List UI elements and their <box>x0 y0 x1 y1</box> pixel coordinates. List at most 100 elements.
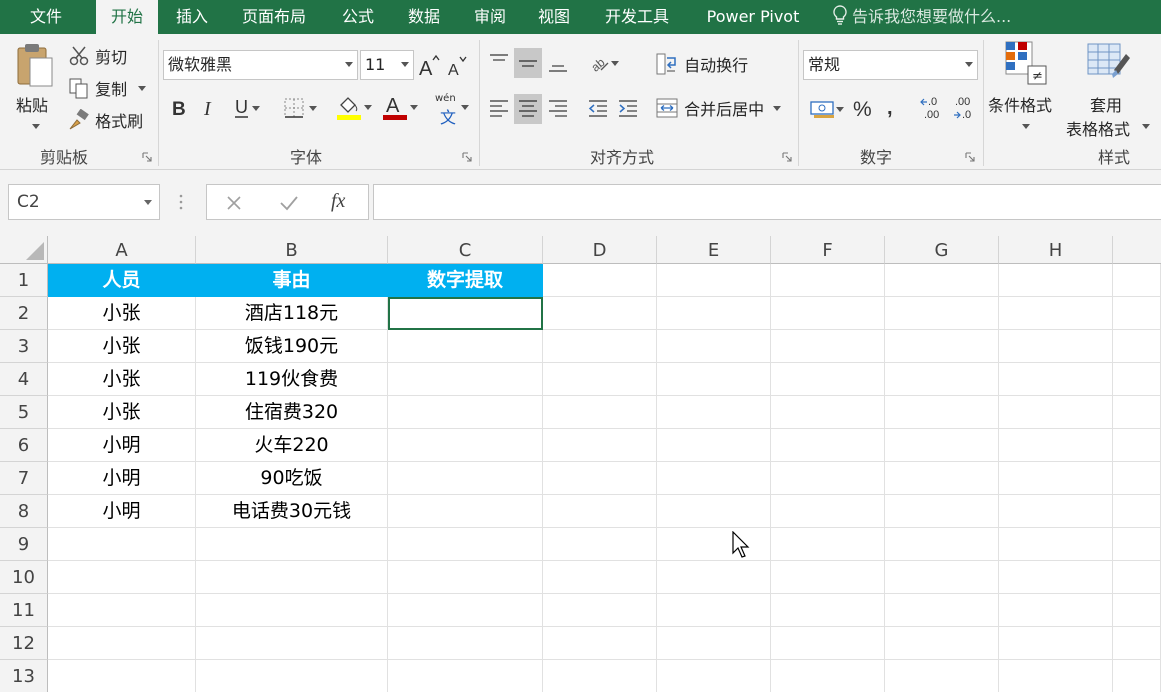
cell-e9[interactable] <box>657 528 771 561</box>
paste-dropdown-icon[interactable] <box>32 124 40 129</box>
cell-d5[interactable] <box>543 396 657 429</box>
cell-f7[interactable] <box>771 462 885 495</box>
column-header-f[interactable]: F <box>771 236 885 264</box>
name-box[interactable]: C2 <box>8 184 160 220</box>
tab-power-pivot[interactable]: Power Pivot <box>694 0 812 34</box>
cell-a7[interactable]: 小明 <box>48 462 196 495</box>
decrease-font-size-button[interactable]: A <box>446 52 468 80</box>
column-header-a[interactable]: A <box>48 236 196 264</box>
select-all-button[interactable] <box>0 236 48 264</box>
insert-function-icon[interactable]: fx <box>331 190 345 213</box>
tab-home[interactable]: 开始 <box>96 0 158 35</box>
cell-g12[interactable] <box>885 627 999 660</box>
cell-a5[interactable]: 小张 <box>48 396 196 429</box>
tab-file[interactable]: 文件 <box>14 0 78 34</box>
cell-f3[interactable] <box>771 330 885 363</box>
cell-c7[interactable] <box>388 462 543 495</box>
cell-b10[interactable] <box>196 561 388 594</box>
cell-e3[interactable] <box>657 330 771 363</box>
cell-h3[interactable] <box>999 330 1113 363</box>
formula-input[interactable] <box>373 184 1161 220</box>
cell-g4[interactable] <box>885 363 999 396</box>
format-painter-button[interactable]: 格式刷 <box>68 108 143 132</box>
cell-e13[interactable] <box>657 660 771 692</box>
cell-b6[interactable]: 火车220 <box>196 429 388 462</box>
percent-style-button[interactable]: % <box>850 94 876 124</box>
cell-c8[interactable] <box>388 495 543 528</box>
increase-decimal-button[interactable]: .0.00 <box>918 92 948 124</box>
cell-g10[interactable] <box>885 561 999 594</box>
cell-a9[interactable] <box>48 528 196 561</box>
cell-a2[interactable]: 小张 <box>48 297 196 330</box>
align-right-button[interactable] <box>544 94 572 124</box>
cell-b1[interactable]: 事由 <box>196 264 388 297</box>
cell-f5[interactable] <box>771 396 885 429</box>
comma-style-button[interactable]: , <box>880 94 902 124</box>
cell-b4[interactable]: 119伙食费 <box>196 363 388 396</box>
cell-g3[interactable] <box>885 330 999 363</box>
cell-e7[interactable] <box>657 462 771 495</box>
copy-button[interactable]: 复制 <box>68 76 147 100</box>
cell-h1[interactable] <box>999 264 1113 297</box>
cell-b9[interactable] <box>196 528 388 561</box>
cell-f11[interactable] <box>771 594 885 627</box>
font-color-button[interactable]: A <box>378 92 422 122</box>
cell-h5[interactable] <box>999 396 1113 429</box>
row-header-2[interactable]: 2 <box>0 297 48 330</box>
cell-b2[interactable]: 酒店118元 <box>196 297 388 330</box>
cell-e5[interactable] <box>657 396 771 429</box>
cell-i2[interactable] <box>1113 297 1161 330</box>
cell-d13[interactable] <box>543 660 657 692</box>
cell-g9[interactable] <box>885 528 999 561</box>
tab-page-layout[interactable]: 页面布局 <box>232 0 316 34</box>
cell-c10[interactable] <box>388 561 543 594</box>
fill-color-button[interactable] <box>332 92 376 122</box>
cell-e6[interactable] <box>657 429 771 462</box>
tab-formulas[interactable]: 公式 <box>330 0 386 34</box>
cancel-icon[interactable] <box>225 194 243 212</box>
cell-d8[interactable] <box>543 495 657 528</box>
cell-a1[interactable]: 人员 <box>48 264 196 297</box>
cell-h13[interactable] <box>999 660 1113 692</box>
cell-c12[interactable] <box>388 627 543 660</box>
cell-a4[interactable]: 小张 <box>48 363 196 396</box>
orientation-button[interactable]: ab <box>584 48 624 78</box>
align-middle-button[interactable] <box>514 48 542 78</box>
cell-c6[interactable] <box>388 429 543 462</box>
font-launcher-icon[interactable] <box>462 152 472 162</box>
cell-b11[interactable] <box>196 594 388 627</box>
cell-e2[interactable] <box>657 297 771 330</box>
cell-h8[interactable] <box>999 495 1113 528</box>
cell-d11[interactable] <box>543 594 657 627</box>
cell-i1[interactable] <box>1113 264 1161 297</box>
italic-button[interactable]: I <box>198 94 220 122</box>
cell-h10[interactable] <box>999 561 1113 594</box>
alignment-launcher-icon[interactable] <box>782 152 792 162</box>
cell-i4[interactable] <box>1113 363 1161 396</box>
column-header-c[interactable]: C <box>388 236 543 264</box>
row-header-9[interactable]: 9 <box>0 528 48 561</box>
number-format-select[interactable]: 常规 <box>803 50 978 80</box>
align-bottom-button[interactable] <box>544 48 572 78</box>
conditional-formatting-button[interactable]: ≠ 条件格式 <box>988 40 1064 138</box>
number-launcher-icon[interactable] <box>965 152 975 162</box>
cell-b7[interactable]: 90吃饭 <box>196 462 388 495</box>
increase-indent-button[interactable] <box>614 94 642 124</box>
row-header-3[interactable]: 3 <box>0 330 48 363</box>
cell-i3[interactable] <box>1113 330 1161 363</box>
cell-c13[interactable] <box>388 660 543 692</box>
cell-c4[interactable] <box>388 363 543 396</box>
cell-g6[interactable] <box>885 429 999 462</box>
cell-h7[interactable] <box>999 462 1113 495</box>
row-header-4[interactable]: 4 <box>0 363 48 396</box>
cell-f10[interactable] <box>771 561 885 594</box>
cell-i11[interactable] <box>1113 594 1161 627</box>
column-header-g[interactable]: G <box>885 236 999 264</box>
cell-c2[interactable] <box>388 297 543 330</box>
paste-button[interactable]: 粘贴 <box>14 42 58 130</box>
cell-i6[interactable] <box>1113 429 1161 462</box>
cell-f1[interactable] <box>771 264 885 297</box>
cell-a8[interactable]: 小明 <box>48 495 196 528</box>
increase-font-size-button[interactable]: A <box>418 52 440 80</box>
tab-view[interactable]: 视图 <box>526 0 582 34</box>
